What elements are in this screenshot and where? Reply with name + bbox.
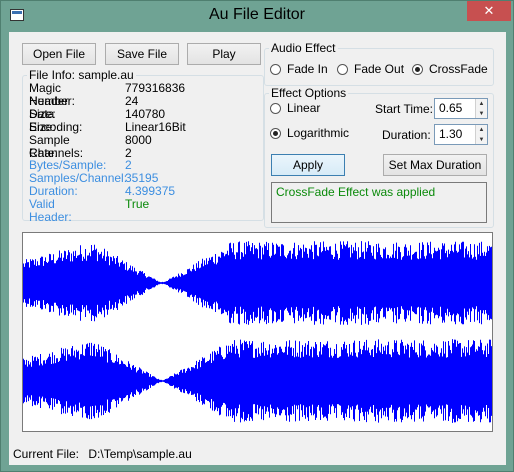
apply-button[interactable]: Apply: [271, 154, 345, 176]
file-info-key: Encoding:: [29, 119, 83, 134]
file-info-value: 24: [125, 93, 139, 108]
fade-in-radio[interactable]: Fade In: [270, 61, 328, 77]
title-bar[interactable]: Au File Editor ✕: [1, 1, 513, 31]
start-time-up-icon[interactable]: ▲: [476, 99, 487, 109]
current-file-label: Current File:: [13, 447, 80, 461]
crossfade-radio[interactable]: CrossFade: [412, 61, 488, 77]
logarithmic-radio-circle[interactable]: [270, 127, 281, 139]
file-info-value: Linear16Bit: [125, 119, 186, 134]
file-info-key: Valid Header:: [29, 197, 72, 225]
file-info-value: True: [125, 197, 150, 212]
logarithmic-label: Logarithmic: [287, 126, 350, 140]
duration-down-icon[interactable]: ▼: [476, 135, 487, 145]
file-info-value: 8000: [125, 132, 152, 147]
crossfade-radio-circle[interactable]: [412, 63, 423, 75]
start-time-value: 0.65: [439, 101, 463, 115]
file-info-value: 140780: [125, 106, 166, 121]
application-window: Au File Editor ✕ Open File Save File Pla…: [0, 0, 514, 472]
status-message: CrossFade Effect was applied: [276, 185, 436, 199]
waveform-channel-2: [23, 339, 492, 423]
fade-in-label: Fade In: [287, 62, 328, 76]
client-area: Open File Save File Play File Info: samp…: [9, 32, 506, 465]
linear-label: Linear: [287, 101, 321, 115]
duration-label: Duration:: [382, 128, 431, 142]
status-message-box: CrossFade Effect was applied: [271, 182, 487, 223]
duration-value: 1.30: [439, 127, 463, 141]
fade-out-radio[interactable]: Fade Out: [337, 61, 404, 77]
file-info-legend: File Info: sample.au: [29, 68, 134, 82]
save-file-button[interactable]: Save File: [105, 43, 179, 65]
set-max-duration-button[interactable]: Set Max Duration: [383, 154, 487, 176]
logarithmic-radio[interactable]: Logarithmic: [270, 125, 349, 141]
window-title: Au File Editor: [208, 6, 306, 23]
start-time-label: Start Time:: [375, 102, 434, 116]
start-time-down-icon[interactable]: ▼: [476, 109, 487, 119]
file-info-list: Magic Number: 779316836 Header Size: 24 Data…: [22, 82, 262, 225]
current-file-path: D:\Temp\sample.au: [88, 447, 192, 461]
linear-radio[interactable]: Linear: [270, 100, 320, 116]
crossfade-label: CrossFade: [429, 62, 488, 76]
fade-out-label: Fade Out: [354, 62, 405, 76]
audio-effect-legend: Audio Effect: [271, 41, 336, 55]
close-icon[interactable]: ✕: [467, 1, 511, 21]
duration-up-icon[interactable]: ▲: [476, 125, 487, 135]
duration-stepper[interactable]: ▲ ▼: [475, 125, 487, 144]
open-file-button[interactable]: Open File: [22, 43, 96, 65]
fade-in-radio-circle[interactable]: [270, 63, 281, 75]
play-button[interactable]: Play: [187, 43, 261, 65]
effect-options-legend: Effect Options: [271, 86, 347, 100]
waveform-graph: [23, 241, 492, 423]
waveform-panel[interactable]: [22, 232, 493, 432]
status-bar: Current File: D:\Temp\sample.au: [13, 445, 503, 463]
fade-out-radio-circle[interactable]: [337, 63, 348, 75]
waveform-channel-1: [23, 241, 492, 325]
start-time-stepper[interactable]: ▲ ▼: [475, 99, 487, 118]
linear-radio-circle[interactable]: [270, 102, 281, 114]
